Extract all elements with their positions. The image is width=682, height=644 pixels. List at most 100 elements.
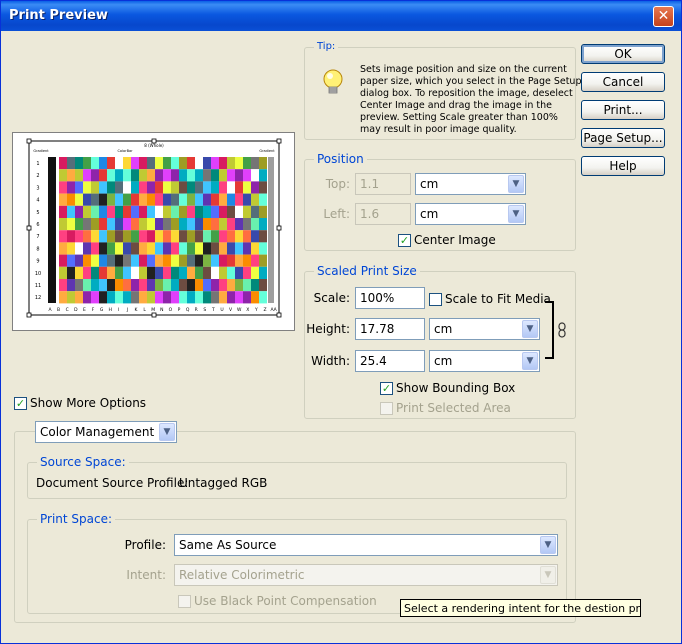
color-patch (59, 279, 67, 292)
chevron-down-icon[interactable]: ▼ (540, 566, 556, 584)
color-patch (171, 218, 179, 231)
color-patch (259, 230, 267, 243)
checkbox-box[interactable]: ✓ (398, 233, 411, 247)
color-patch (171, 279, 179, 292)
column-letter: J (126, 307, 128, 313)
chevron-down-icon[interactable]: ▼ (159, 423, 175, 441)
height-unit-select[interactable]: cm ▼ (429, 318, 540, 340)
chevron-down-icon[interactable]: ▼ (508, 175, 524, 193)
color-patch (163, 169, 171, 182)
color-patch (195, 266, 203, 279)
width-unit-select[interactable]: cm ▼ (429, 350, 540, 372)
column-letter: S (203, 307, 206, 313)
color-patch (195, 291, 203, 304)
color-patch (75, 291, 83, 304)
source-space-group: Source Space: Document Source Profile: U… (27, 455, 567, 499)
color-patch (195, 218, 203, 231)
color-patch (91, 193, 99, 206)
color-patch (235, 291, 243, 304)
color-patch (195, 181, 203, 194)
show-more-options-checkbox[interactable]: ✓ Show More Options (14, 396, 146, 410)
top-field[interactable]: 1.1 (355, 173, 411, 195)
print-selected-area-checkbox[interactable]: Print Selected Area (380, 401, 511, 415)
color-patch (91, 181, 99, 194)
color-patch (227, 157, 235, 170)
intent-label: Intent: (126, 568, 166, 582)
chevron-down-icon[interactable]: ▼ (522, 352, 538, 370)
color-management-value: Color Management (40, 425, 155, 439)
left-unit-select[interactable]: cm ▼ (415, 203, 526, 225)
height-field[interactable]: 17.78 (355, 318, 425, 340)
help-button[interactable]: Help (581, 156, 665, 176)
checkbox-box[interactable] (429, 292, 442, 306)
color-patch (139, 254, 147, 267)
chevron-down-icon[interactable]: ▼ (508, 205, 524, 223)
column-letter: O (169, 307, 173, 313)
color-patch (131, 230, 139, 243)
tip-line: Center Image and drag the image in the (360, 100, 552, 111)
center-image-checkbox[interactable]: ✓ Center Image (398, 233, 496, 247)
scale-to-fit-media-checkbox[interactable]: Scale to Fit Media (429, 292, 551, 306)
column-letter: U (220, 307, 223, 313)
color-patch (115, 230, 123, 243)
color-patch (67, 157, 75, 170)
source-space-label: Source Space: (37, 455, 129, 469)
color-patch (259, 218, 267, 231)
color-patch (219, 230, 227, 243)
color-patch (259, 193, 267, 206)
color-patch (227, 205, 235, 218)
resize-handle (26, 225, 32, 231)
color-patch (163, 157, 171, 170)
width-label: Width: (311, 354, 350, 368)
color-patch (243, 279, 251, 292)
profile-select[interactable]: Same As Source ▼ (174, 534, 558, 556)
scaled-print-size-group: Scaled Print Size Scale: 100% Scale to F… (304, 264, 576, 419)
color-patch (251, 205, 259, 218)
intent-select[interactable]: Relative Colorimetric ▼ (174, 564, 558, 586)
page-setup-button[interactable]: Page Setup... (581, 128, 665, 148)
print-preview-area[interactable]: 8 (Whole) Gradient ColorBar Gradient 1 2 3 4 5 6 7… (12, 132, 295, 331)
color-patch (203, 230, 211, 243)
print-button[interactable]: Print... (581, 100, 665, 120)
color-patch (235, 157, 243, 170)
row-number: 1 (36, 161, 39, 167)
color-patch (59, 266, 67, 279)
top-unit-select[interactable]: cm ▼ (415, 173, 526, 195)
chain-link-icon[interactable] (557, 322, 567, 338)
show-more-options-label: Show More Options (30, 396, 147, 410)
color-patch (155, 218, 163, 231)
cancel-button[interactable]: Cancel (581, 72, 665, 92)
color-patch (83, 279, 91, 292)
color-patch (243, 230, 251, 243)
chevron-down-icon[interactable]: ▼ (522, 320, 538, 338)
top-label: Top: (325, 177, 350, 191)
color-patch (99, 157, 107, 170)
color-patch (171, 266, 179, 279)
color-patch (123, 242, 131, 255)
color-patch (187, 169, 195, 182)
color-patch (155, 169, 163, 182)
show-bounding-box-checkbox[interactable]: ✓ Show Bounding Box (380, 381, 515, 395)
close-button[interactable]: ✕ (653, 6, 674, 27)
color-patch (131, 169, 139, 182)
window-title: Print Preview (9, 8, 108, 23)
checkbox-box[interactable] (178, 594, 191, 608)
color-patch (163, 266, 171, 279)
color-patch (243, 205, 251, 218)
color-patch (243, 169, 251, 182)
color-management-select[interactable]: Color Management ▼ (35, 421, 177, 443)
resize-handle (276, 312, 282, 318)
color-patch (83, 181, 91, 194)
tip-label: Tip: (314, 40, 339, 54)
color-patch (123, 230, 131, 243)
color-patch (179, 205, 187, 218)
checkbox-box[interactable]: ✓ (14, 396, 27, 410)
chevron-down-icon[interactable]: ▼ (540, 536, 556, 554)
scale-field[interactable]: 100% (355, 287, 425, 309)
checkbox-box[interactable]: ✓ (380, 381, 393, 395)
checkbox-box[interactable] (380, 401, 393, 415)
black-point-compensation-checkbox[interactable]: Use Black Point Compensation (178, 594, 377, 608)
left-field[interactable]: 1.6 (355, 203, 411, 225)
ok-button[interactable]: OK (581, 44, 665, 64)
width-field[interactable]: 25.4 (355, 350, 425, 372)
